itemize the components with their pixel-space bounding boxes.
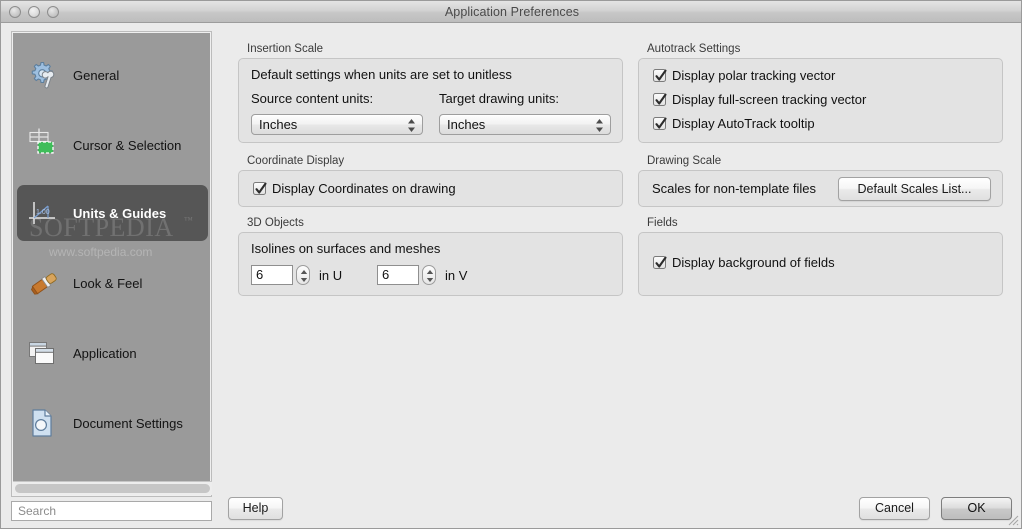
sidebar-item-document-settings[interactable]: Document Settings [17,395,208,451]
sidebar-item-units-guides[interactable]: 1.00 Units & Guides [17,185,208,241]
crosshair-icon [27,128,61,162]
display-coordinates-checkbox[interactable]: Display Coordinates on drawing [253,181,456,196]
sidebar-item-label: Application [73,345,137,361]
checkbox-label: Display full-screen tracking vector [672,92,867,107]
sidebar-item-application[interactable]: Application [17,325,208,381]
group-body: Display polar tracking vector Display fu… [638,58,1003,143]
checkbox-label: Display background of fields [672,255,835,270]
checkbox-icon [653,93,667,106]
window-title: Application Preferences [444,5,580,19]
display-field-background-checkbox[interactable]: Display background of fields [653,255,835,270]
paintbrush-icon [27,266,61,300]
sidebar-item-general[interactable]: General [17,47,208,103]
sidebar-item-label: Document Settings [73,415,183,431]
group-title: Fields [647,217,678,229]
group-body: Isolines on surfaces and meshes 6 in U 6 [238,232,623,296]
ok-button[interactable]: OK [941,497,1012,520]
scrollbar-thumb[interactable] [15,484,210,493]
group-body: Default settings when units are set to u… [238,58,623,143]
group-body: Display Coordinates on drawing [238,170,623,207]
source-units-select[interactable]: Inches [251,114,423,135]
isolines-v-stepper[interactable] [422,265,436,285]
group-title: 3D Objects [247,217,304,229]
autotrack-tooltip-checkbox[interactable]: Display AutoTrack tooltip [653,116,815,131]
gear-wrench-icon [27,58,61,92]
drawing-scale-group: Drawing Scale Scales for non-template fi… [638,155,1003,207]
search-input[interactable]: Search [11,501,212,521]
sidebar-item-cursor-selection[interactable]: Cursor & Selection [17,117,208,173]
isolines-v-input[interactable]: 6 [377,265,419,285]
checkbox-label: Display polar tracking vector [672,68,836,83]
preferences-window: Application Preferences General Cursor &… [0,0,1022,529]
fullscreen-tracking-checkbox[interactable]: Display full-screen tracking vector [653,92,866,107]
resize-grip[interactable] [1005,512,1019,526]
source-units-label: Source content units: [251,91,374,106]
checkbox-icon [653,69,667,82]
isolines-u-label: in U [319,267,343,283]
sidebar: General Cursor & Selection 1.00 Units & … [11,31,212,497]
checkbox-label: Display AutoTrack tooltip [672,116,815,131]
svg-text:1.00: 1.00 [36,209,50,216]
checkbox-icon [653,256,667,269]
title-bar[interactable]: Application Preferences [1,1,1021,23]
target-units-label: Target drawing units: [439,91,559,106]
fields-group: Fields Display background of fields [638,217,1003,296]
insertion-scale-group: Insertion Scale Default settings when un… [238,43,623,143]
group-title: Coordinate Display [247,155,345,167]
sidebar-item-label: Units & Guides [73,205,167,221]
drawing-scale-description: Scales for non-template files [652,181,817,196]
ruler-axis-icon: 1.00 [27,196,61,230]
chevron-updown-icon [407,118,416,133]
checkbox-label: Display Coordinates on drawing [272,181,456,196]
isolines-u-input[interactable]: 6 [251,265,293,285]
source-units-value: Inches [259,117,298,132]
autotrack-settings-group: Autotrack Settings Display polar trackin… [638,43,1003,143]
polar-tracking-checkbox[interactable]: Display polar tracking vector [653,68,835,83]
checkbox-icon [653,117,667,130]
isolines-v-control: 6 in V [377,265,467,285]
target-units-value: Inches [447,117,486,132]
sidebar-item-label: General [73,67,120,83]
sidebar-item-label: Cursor & Selection [73,137,182,153]
group-body: Scales for non-template files Default Sc… [638,170,1003,207]
insertion-scale-description: Default settings when units are set to u… [251,67,512,82]
isolines-v-label: in V [445,267,468,283]
default-scales-list-button[interactable]: Default Scales List... [838,177,991,201]
group-title: Autotrack Settings [647,43,741,55]
group-body: Display background of fields [638,232,1003,296]
objects-3d-group: 3D Objects Isolines on surfaces and mesh… [238,217,623,296]
chevron-updown-icon [595,118,604,133]
isolines-u-stepper[interactable] [296,265,310,285]
help-button[interactable]: Help [228,497,283,520]
isolines-u-control: 6 in U [251,265,342,285]
coordinate-display-group: Coordinate Display Display Coordinates o… [238,155,623,207]
group-title: Insertion Scale [247,43,324,55]
windows-stack-icon [27,336,61,370]
sidebar-list: General Cursor & Selection 1.00 Units & … [13,33,210,483]
checkbox-icon [253,182,267,195]
group-title: Drawing Scale [647,155,722,167]
sidebar-item-look-feel[interactable]: Look & Feel [17,255,208,311]
sidebar-scrollbar[interactable] [13,481,212,495]
isolines-description: Isolines on surfaces and meshes [251,241,441,256]
sidebar-item-label: Look & Feel [73,275,143,291]
target-units-select[interactable]: Inches [439,114,611,135]
cancel-button[interactable]: Cancel [859,497,930,520]
document-icon [27,406,61,440]
